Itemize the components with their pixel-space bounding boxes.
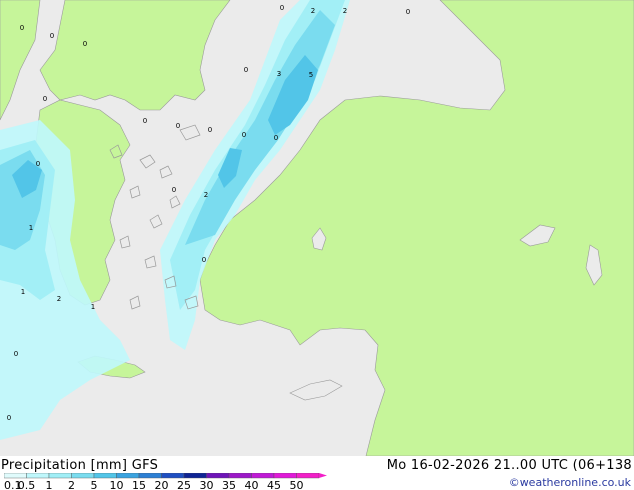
forecast-datetime: Mo 16-02-2026 21..00 UTC (06+138: [386, 458, 632, 473]
station-value: 0: [242, 131, 246, 139]
scale-label: 30: [200, 479, 214, 490]
scale-label: 20: [155, 479, 169, 490]
scale-swatch: [251, 473, 275, 479]
scale-swatch: [138, 473, 162, 479]
station-value: 0: [14, 350, 18, 358]
station-value: 0: [172, 186, 176, 194]
credit-link[interactable]: ©weatheronline.co.uk: [509, 476, 631, 489]
scale-swatch: [4, 473, 27, 479]
station-value: 0: [36, 160, 40, 168]
station-value: 0: [208, 126, 212, 134]
scale-swatch: [296, 473, 320, 479]
scale-swatch: [228, 473, 252, 479]
land-balkans-north: [39, 0, 231, 111]
station-value: 0: [176, 122, 180, 130]
scale-label: 35: [222, 479, 236, 490]
station-value: 0: [50, 32, 54, 40]
station-value: 0: [143, 117, 147, 125]
color-scale: 0.10.5 1 2 5 10 15 20 25 30 35 40 45 50: [4, 473, 327, 490]
scale-label: 40: [245, 479, 259, 490]
scale-label: 45: [267, 479, 281, 490]
precipitation-map: 2 2 0 0 0 3 5 0 0 0 0 0 0 0 0 0 0 2 1 2 1 0 1 0 0 0: [0, 0, 634, 456]
scale-label: 10: [110, 479, 124, 490]
station-value: 1: [29, 224, 33, 232]
station-value: 2: [57, 295, 61, 303]
scale-swatch: [26, 473, 50, 479]
station-value: 0: [244, 66, 248, 74]
scale-label: 50: [290, 479, 304, 490]
scale-label: 2: [68, 479, 75, 490]
scale-label: 15: [132, 479, 146, 490]
station-value: 0: [20, 24, 24, 32]
station-value: 0: [202, 256, 206, 264]
scale-swatch: [71, 473, 95, 479]
scale-swatch: [183, 473, 207, 479]
map-title: Precipitation [mm] GFS: [1, 458, 159, 473]
station-value: 0: [83, 40, 87, 48]
station-value: 0: [406, 8, 410, 16]
scale-label: 1: [46, 479, 53, 490]
map-footer: Precipitation [mm] GFS Mo 16-02-2026 21.…: [0, 456, 634, 490]
scale-swatch: [48, 473, 72, 479]
scale-label: 5: [91, 479, 98, 490]
scale-swatch: [116, 473, 140, 479]
scale-swatch: [206, 473, 230, 479]
station-value: 1: [21, 288, 25, 296]
scale-label: 25: [177, 479, 191, 490]
station-value: 0: [7, 414, 11, 422]
station-value: 3: [277, 70, 281, 78]
scale-swatch: [273, 473, 297, 479]
station-value: 5: [309, 71, 313, 79]
station-value: 0: [280, 4, 284, 12]
scale-label: 0.5: [18, 479, 36, 490]
station-value: 2: [311, 7, 315, 15]
station-value: 2: [204, 191, 208, 199]
scale-swatch: [161, 473, 185, 479]
station-value: 0: [274, 134, 278, 142]
station-value: 1: [91, 303, 95, 311]
scale-arrow: [319, 473, 327, 478]
scale-swatch: [93, 473, 117, 479]
station-value: 0: [43, 95, 47, 103]
station-value: 2: [343, 7, 347, 15]
